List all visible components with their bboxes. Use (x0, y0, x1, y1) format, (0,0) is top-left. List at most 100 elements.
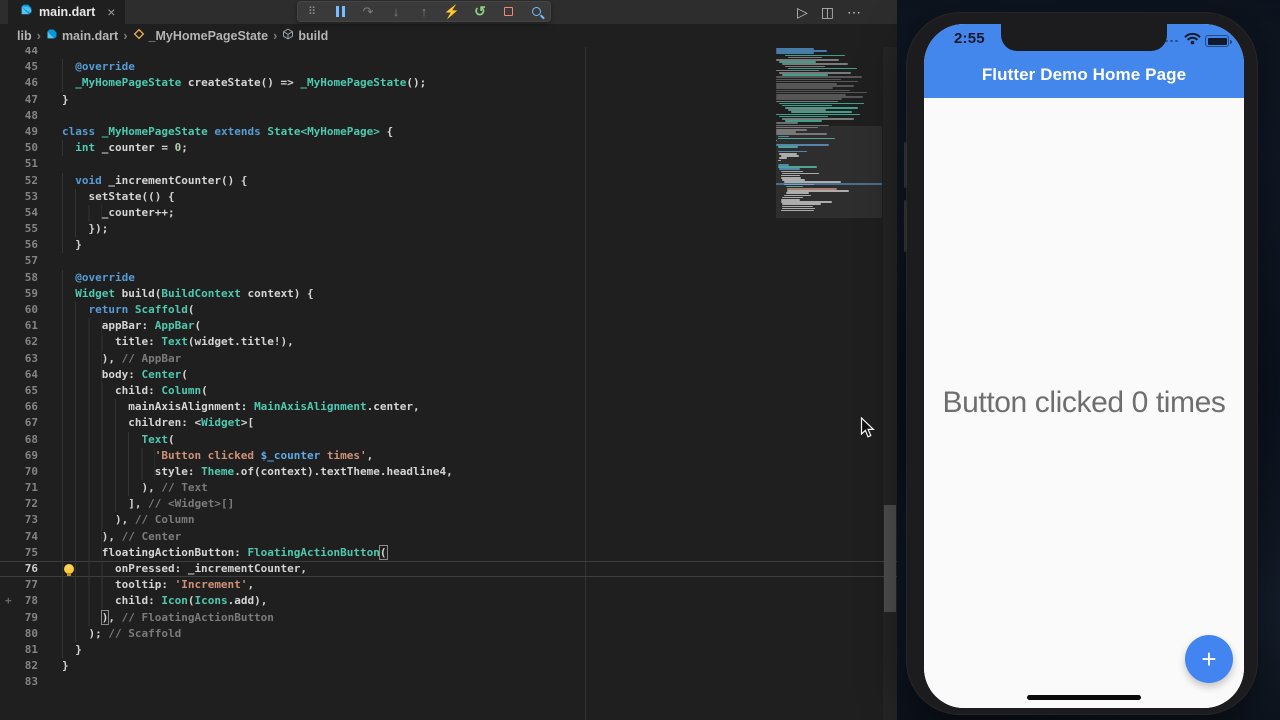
code-line[interactable]: 59 Widget build(BuildContext context) { (0, 285, 897, 302)
line-number[interactable]: 49 (0, 124, 38, 140)
code-line[interactable]: 70 style: Theme.of(context).textTheme.hea… (0, 463, 897, 481)
line-number[interactable]: 50 (0, 140, 38, 156)
code-line[interactable]: 82} (0, 658, 897, 674)
line-number[interactable]: 82 (0, 658, 38, 674)
scrollbar-thumb[interactable] (884, 505, 896, 612)
code-line[interactable]: 71), // Text (0, 480, 897, 497)
code-line[interactable]: 48 (0, 108, 897, 124)
line-number[interactable]: 54 (0, 205, 38, 221)
line-number[interactable]: 63 (0, 351, 38, 367)
step-into-icon[interactable]: ↓ (382, 2, 410, 21)
code-line[interactable]: 54 _counter++; (0, 204, 897, 222)
code-line[interactable]: 46 _MyHomePageState createState() => _MyH… (0, 75, 897, 92)
code-editor[interactable]: 44 45 @override 46 _MyHomePageState createSt… (0, 47, 897, 720)
code-line[interactable]: 80); // Scaffold (0, 625, 897, 642)
line-number[interactable]: 74 (0, 529, 38, 545)
code-line[interactable]: 83 (0, 674, 897, 690)
code-line[interactable]: 56} (0, 237, 897, 254)
code-line[interactable]: 78 child: Icon(Icons.add), + (0, 593, 897, 610)
code-line[interactable]: 66 mainAxisAlignment: MainAxisAlignment.c… (0, 399, 897, 416)
increment-fab[interactable]: + (1185, 635, 1233, 683)
line-number[interactable]: 77 (0, 577, 38, 593)
step-over-icon[interactable]: ↷ (354, 2, 382, 21)
widget-inspector-icon[interactable] (522, 2, 550, 21)
line-number[interactable]: 81 (0, 642, 38, 658)
code-line[interactable]: 69 'Button clicked $_counter times', (0, 447, 897, 464)
code-line[interactable]: 60 return Scaffold( (0, 302, 897, 319)
line-number[interactable]: 61 (0, 318, 38, 334)
code-line[interactable]: 57 (0, 253, 897, 269)
code-line[interactable]: 49 class _MyHomePageState extends State<M… (0, 124, 897, 140)
line-number[interactable]: 57 (0, 253, 38, 269)
tab-main-dart[interactable]: main.dart × (8, 0, 126, 24)
code-line[interactable]: 65 child: Column( (0, 382, 897, 400)
line-number[interactable]: 48 (0, 108, 38, 124)
line-number[interactable]: 44 (0, 47, 38, 59)
quick-fix-lightbulb-icon[interactable] (64, 564, 74, 576)
line-number[interactable]: 47 (0, 92, 38, 108)
code-line[interactable]: 75 floatingActionButton: FloatingActionBu… (0, 544, 897, 561)
line-number[interactable]: 45 (0, 59, 38, 75)
code-line[interactable]: 76 onPressed: _incrementCounter, (0, 561, 897, 578)
line-number[interactable]: 65 (0, 383, 38, 399)
line-number[interactable]: 62 (0, 334, 38, 350)
pause-icon[interactable] (326, 2, 354, 21)
line-number[interactable]: 70 (0, 464, 38, 480)
line-number[interactable]: 83 (0, 674, 38, 690)
line-number[interactable]: 66 (0, 399, 38, 415)
stop-icon[interactable] (494, 2, 522, 21)
line-number[interactable]: 59 (0, 286, 38, 302)
line-number[interactable]: 72 (0, 496, 38, 512)
code-line[interactable]: 62 title: Text(widget.title!), (0, 334, 897, 351)
line-number[interactable]: 69 (0, 448, 38, 464)
run-icon[interactable]: ▷ (797, 4, 808, 21)
line-number[interactable]: 68 (0, 432, 38, 448)
code-line[interactable]: 55}); (0, 221, 897, 238)
more-actions-icon[interactable]: ⋯ (847, 4, 861, 21)
line-number[interactable]: 60 (0, 302, 38, 318)
home-indicator[interactable] (1027, 695, 1141, 700)
line-number[interactable]: 58 (0, 270, 38, 286)
line-number[interactable]: 55 (0, 221, 38, 237)
hot-reload-icon[interactable]: ⚡ (438, 2, 466, 21)
line-number[interactable]: 76 (0, 561, 38, 577)
line-number[interactable]: 73 (0, 512, 38, 528)
line-number[interactable]: 56 (0, 237, 38, 253)
code-line[interactable]: 72], // <Widget>[] (0, 496, 897, 513)
line-number[interactable]: 64 (0, 367, 38, 383)
code-line[interactable]: 51 (0, 156, 897, 172)
line-number[interactable]: 80 (0, 626, 38, 642)
code-line[interactable]: 47} (0, 92, 897, 108)
drag-handle-icon[interactable]: ⠿ (298, 2, 326, 21)
code-line[interactable]: 63), // AppBar (0, 350, 897, 367)
code-line[interactable]: 50 int _counter = 0; (0, 140, 897, 157)
line-number[interactable]: 67 (0, 415, 38, 431)
code-line[interactable]: 68 Text( (0, 431, 897, 448)
code-line[interactable]: 67 children: <Widget>[ (0, 415, 897, 432)
breadcrumb-item-build[interactable]: build (282, 28, 328, 43)
code-line[interactable]: 44 (0, 47, 897, 59)
code-line[interactable]: 53 setState(() { (0, 188, 897, 205)
line-number[interactable]: 52 (0, 173, 38, 189)
breadcrumb-item-main-dart[interactable]: main.dart (46, 28, 118, 43)
step-out-icon[interactable]: ↑ (410, 2, 438, 21)
code-line[interactable]: 61 appBar: AppBar( (0, 318, 897, 335)
line-number[interactable]: 71 (0, 480, 38, 496)
line-number[interactable]: 51 (0, 156, 38, 172)
code-line[interactable]: 79), // FloatingActionButton (0, 609, 897, 626)
breadcrumb-item-class[interactable]: _MyHomePageState (133, 28, 268, 43)
line-number[interactable]: 46 (0, 75, 38, 91)
code-line[interactable]: 81} (0, 641, 897, 659)
tab-close-icon[interactable]: × (107, 5, 115, 19)
minimap[interactable] (776, 48, 882, 224)
code-line[interactable]: 77 tooltip: 'Increment', (0, 577, 897, 594)
code-line[interactable]: 45 @override (0, 59, 897, 76)
line-number[interactable]: 79 (0, 610, 38, 626)
line-number[interactable]: 53 (0, 189, 38, 205)
split-editor-icon[interactable]: ◫ (821, 4, 834, 21)
code-line[interactable]: 73), // Column (0, 512, 897, 529)
code-line[interactable]: 74), // Center (0, 528, 897, 545)
code-line[interactable]: 58 @override (0, 269, 897, 286)
code-line[interactable]: 52 void _incrementCounter() { (0, 172, 897, 189)
restart-icon[interactable]: ↺ (466, 2, 494, 21)
